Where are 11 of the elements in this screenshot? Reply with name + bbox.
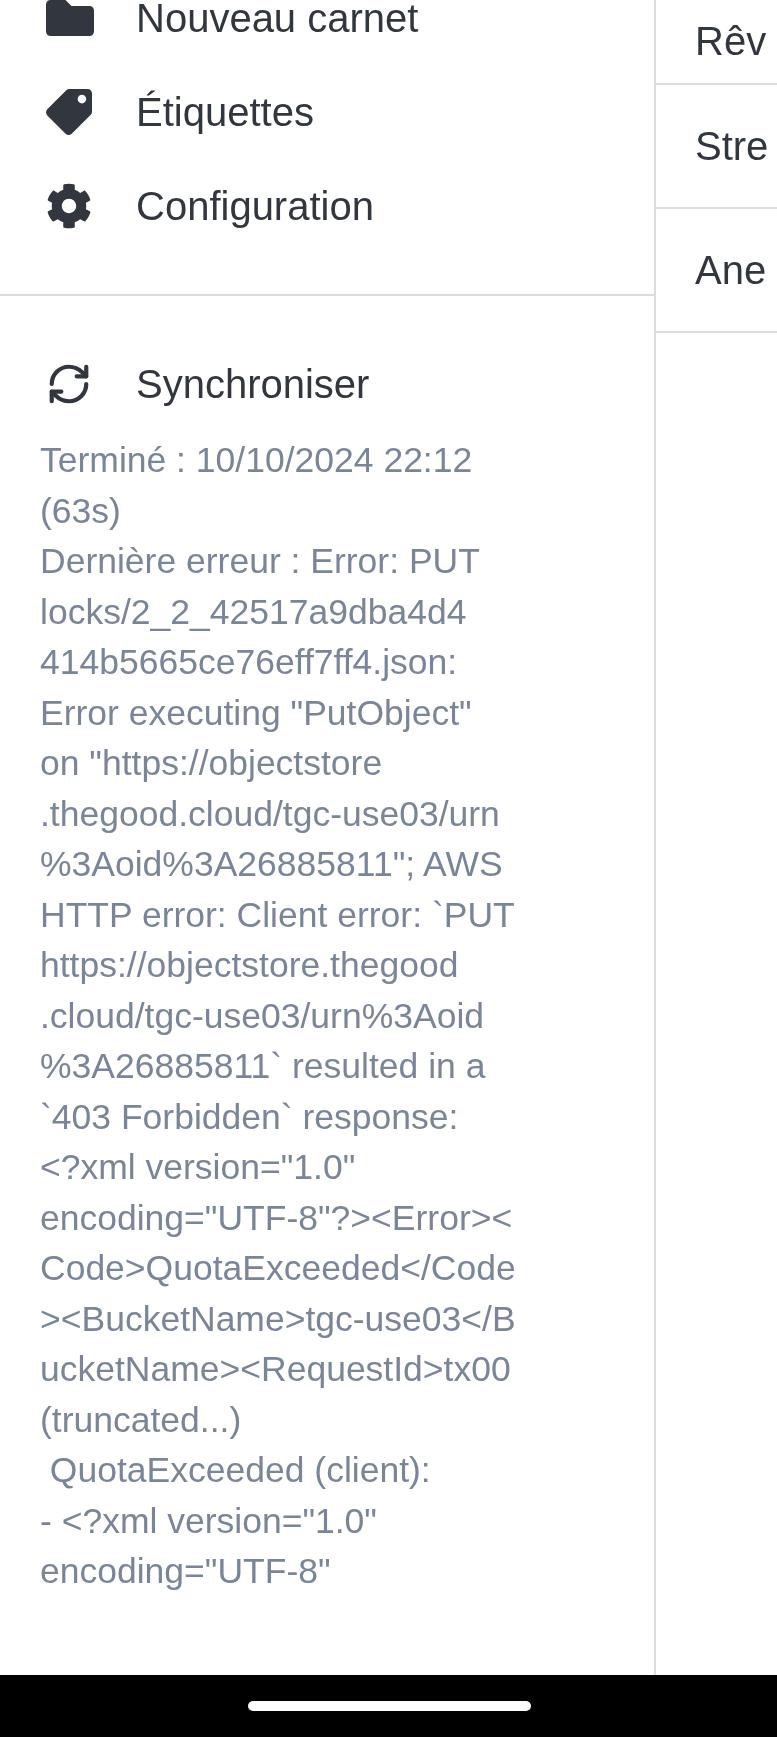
sidebar-item[interactable]: Étiquettes xyxy=(0,65,654,159)
sidebar-item[interactable]: Configuration xyxy=(0,159,654,253)
note-item[interactable]: Ane xyxy=(656,209,777,333)
home-handle[interactable] xyxy=(248,1701,531,1711)
note-item[interactable]: Rêv xyxy=(656,0,777,85)
sync-button[interactable]: Synchroniser xyxy=(0,337,654,431)
settings-icon xyxy=(46,183,92,229)
sync-status-text: Terminé : 10/10/2024 22:12 (63s) Dernière erreur : Error: PUT locks/2_2_42517a9dba4d4 414b5665ce76eff7ff4.json: Error executing "PutObject" on "https://objectstore .thegood.cloud/tgc-use03/urn %3Aoid%3A26885811"; AWS HTTP error: Client error: `PUT https://objectstore.thegood .cloud/tgc-use03/urn%3Aoid %3A26885811` resulted in a `403 Forbidden` response: <?xml version="1.0" encoding="UTF-8"?><Error>< Code>QuotaExceeded</Code ><BucketName>tgc-use03</B ucketName><RequestId>tx00 (truncated...) QuotaExceeded (client): - <?xml version="1.0" encoding="UTF-8" xyxy=(39,439,517,1593)
note-item[interactable]: Stre xyxy=(656,85,777,209)
tag-icon xyxy=(46,89,92,135)
sidebar-item[interactable]: Nouveau carnet xyxy=(0,0,654,65)
